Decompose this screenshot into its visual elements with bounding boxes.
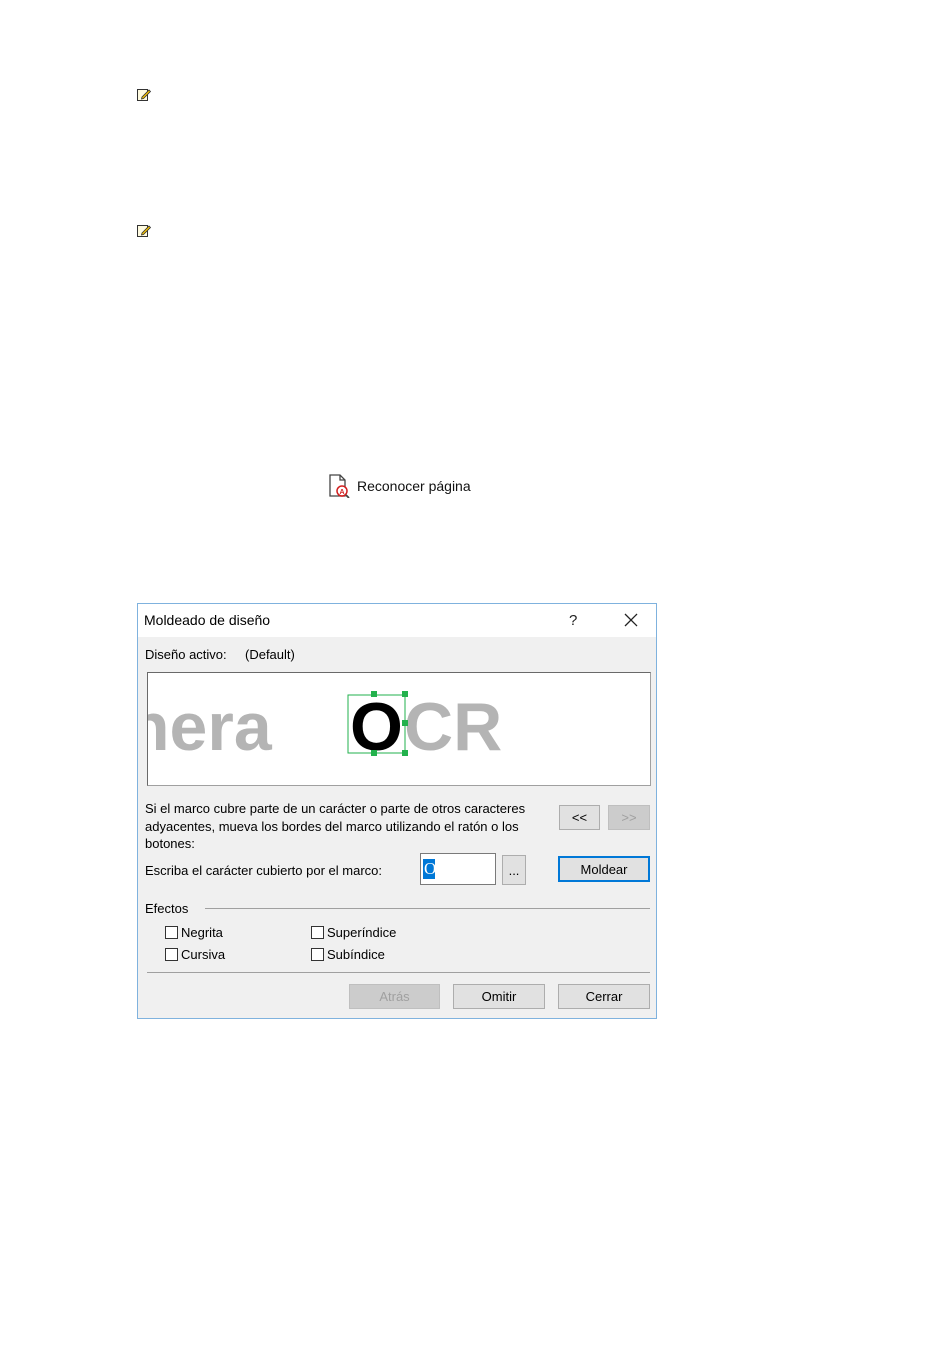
help-button[interactable]: ? [569,612,577,629]
italic-checkbox[interactable]: Cursiva [165,947,225,962]
back-button[interactable]: Atrás [349,984,440,1009]
character-label: Escriba el carácter cubierto por el marc… [145,863,382,878]
checkbox-box[interactable] [165,926,178,939]
active-layout-label: Diseño activo: [145,647,227,662]
preview-text-right: CR [404,689,502,765]
effects-divider [205,908,650,909]
checkbox-box[interactable] [165,948,178,961]
train-button[interactable]: Moldear [558,856,650,882]
svg-text:A: A [339,489,344,496]
preview-text-left: nera [148,689,273,765]
frame-handle[interactable] [402,720,408,726]
note-icon [137,225,152,237]
superscript-checkbox[interactable]: Superíndice [311,925,396,940]
browse-characters-button[interactable]: ... [502,855,526,885]
close-button[interactable]: Cerrar [558,984,650,1009]
move-frame-left-button[interactable]: << [559,805,600,830]
active-layout-value: (Default) [245,647,295,662]
recognize-page-button[interactable]: A Reconocer página [328,474,471,498]
subscript-checkbox[interactable]: Subíndice [311,947,385,962]
checkbox-box[interactable] [311,948,324,961]
note-icon [137,89,152,101]
recognize-page-label: Reconocer página [357,478,471,494]
recognize-page-icon: A [329,474,350,498]
close-icon[interactable] [620,609,642,631]
bottom-divider [147,972,650,973]
frame-handle[interactable] [402,750,408,756]
preview-canvas[interactable]: nera O CR [148,673,650,785]
dialog-title: Moldeado de diseño [144,612,271,628]
frame-handle[interactable] [402,691,408,697]
subscript-label: Subíndice [327,947,385,962]
frame-handle[interactable] [371,750,377,756]
effects-label: Efectos [145,901,189,916]
frame-handle[interactable] [371,691,377,697]
checkbox-box[interactable] [311,926,324,939]
shape-training-dialog: Moldeado de diseño ? Diseño activo: (Def… [137,603,657,1019]
character-preview[interactable]: nera O CR [147,672,651,786]
character-selection: O [423,859,437,879]
italic-label: Cursiva [181,947,226,962]
superscript-label: Superíndice [327,925,397,940]
character-input-value: O [424,859,437,878]
bold-label: Negrita [181,925,223,940]
bold-checkbox[interactable]: Negrita [165,925,223,940]
move-frame-right-button[interactable]: >> [608,805,650,830]
skip-button[interactable]: Omitir [453,984,545,1009]
dialog-titlebar: Moldeado de diseño ? [138,604,656,637]
instructions-text: Si el marco cubre parte de un carácter o… [145,801,526,851]
